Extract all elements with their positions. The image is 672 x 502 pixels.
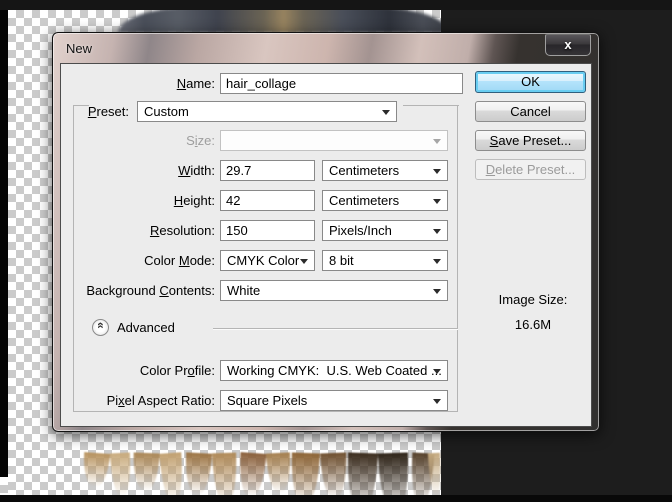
advanced-toggle-button[interactable]: « — [92, 319, 109, 336]
pixel-aspect-ratio-label: Pixel Aspect Ratio: — [106, 393, 215, 408]
background-contents-label: Background Contents: — [86, 283, 215, 298]
chevron-down-icon — [382, 110, 390, 115]
name-label: Name: — [176, 76, 215, 91]
hair-strand — [81, 452, 111, 488]
bit-depth-select[interactable]: 8 bit — [322, 250, 448, 271]
close-icon[interactable]: x — [545, 34, 591, 56]
hair-strand — [265, 452, 293, 494]
delete-preset-button: Delete Preset... — [475, 159, 586, 180]
image-size-label: Image Size: — [498, 292, 568, 307]
color-mode-label: Color Mode: — [144, 253, 215, 268]
chevron-down-icon — [433, 259, 441, 264]
chevron-down-icon — [300, 259, 308, 264]
hair-strand — [237, 452, 267, 495]
chevron-down-icon — [433, 229, 441, 234]
photo-head-top — [118, 10, 441, 33]
chevron-down-icon — [433, 199, 441, 204]
size-select — [220, 130, 448, 151]
background-contents-select[interactable]: White — [220, 280, 448, 301]
image-size-value: 16.6M — [514, 317, 552, 332]
resolution-input[interactable] — [220, 220, 315, 241]
height-input[interactable] — [220, 190, 315, 211]
hair-strand — [132, 452, 160, 492]
canvas-corner-patch — [0, 477, 8, 495]
advanced-separator — [213, 328, 458, 329]
resolution-unit-select[interactable]: Pixels/Inch — [322, 220, 448, 241]
chevron-down-icon — [433, 289, 441, 294]
workspace-bottom-strip — [0, 495, 672, 502]
width-input[interactable] — [220, 160, 315, 181]
pixel-aspect-ratio-select[interactable]: Square Pixels — [220, 390, 448, 411]
photoshop-workspace: New x Name: Preset: Custom Size: Width: … — [0, 0, 672, 502]
hair-strand — [109, 452, 133, 495]
workspace-top-strip — [0, 0, 672, 10]
resolution-label: Resolution: — [149, 223, 215, 238]
chevron-down-icon — [433, 369, 441, 374]
hair-strand — [212, 452, 238, 495]
color-profile-select[interactable]: Working CMYK: U.S. Web Coated ... — [220, 360, 448, 381]
hair-strand — [345, 452, 379, 495]
cancel-button[interactable]: Cancel — [475, 101, 586, 122]
hair-strand — [183, 452, 213, 495]
chevron-down-icon — [433, 169, 441, 174]
height-label: Height: — [173, 193, 215, 208]
color-profile-label: Color Profile: — [139, 363, 215, 378]
color-mode-select[interactable]: CMYK Color — [220, 250, 315, 271]
preset-label: Preset: — [87, 104, 129, 119]
name-input[interactable] — [220, 73, 463, 94]
collapse-chevrons-icon: « — [94, 322, 108, 329]
dialog-title[interactable]: New — [66, 41, 92, 56]
photo-hair-bottom — [63, 435, 441, 495]
chevron-down-icon — [433, 139, 441, 144]
size-label: Size: — [186, 133, 215, 148]
advanced-label: Advanced — [117, 320, 175, 335]
width-label: Width: — [178, 163, 215, 178]
height-unit-select[interactable]: Centimeters — [322, 190, 448, 211]
workspace-left-edge — [0, 10, 8, 477]
ok-button[interactable]: OK — [475, 71, 586, 93]
hair-strand — [159, 452, 185, 495]
preset-select[interactable]: Custom — [137, 101, 397, 122]
dialog-content: Name: Preset: Custom Size: Width: Centim… — [60, 63, 592, 427]
hair-strand — [377, 452, 411, 495]
new-document-dialog: New x Name: Preset: Custom Size: Width: … — [52, 32, 600, 432]
chevron-down-icon — [433, 399, 441, 404]
hair-strand — [320, 452, 348, 495]
width-unit-select[interactable]: Centimeters — [322, 160, 448, 181]
save-preset-button[interactable]: Save Preset... — [475, 130, 586, 151]
group-box-stub — [403, 105, 459, 106]
hair-strand — [290, 452, 320, 495]
